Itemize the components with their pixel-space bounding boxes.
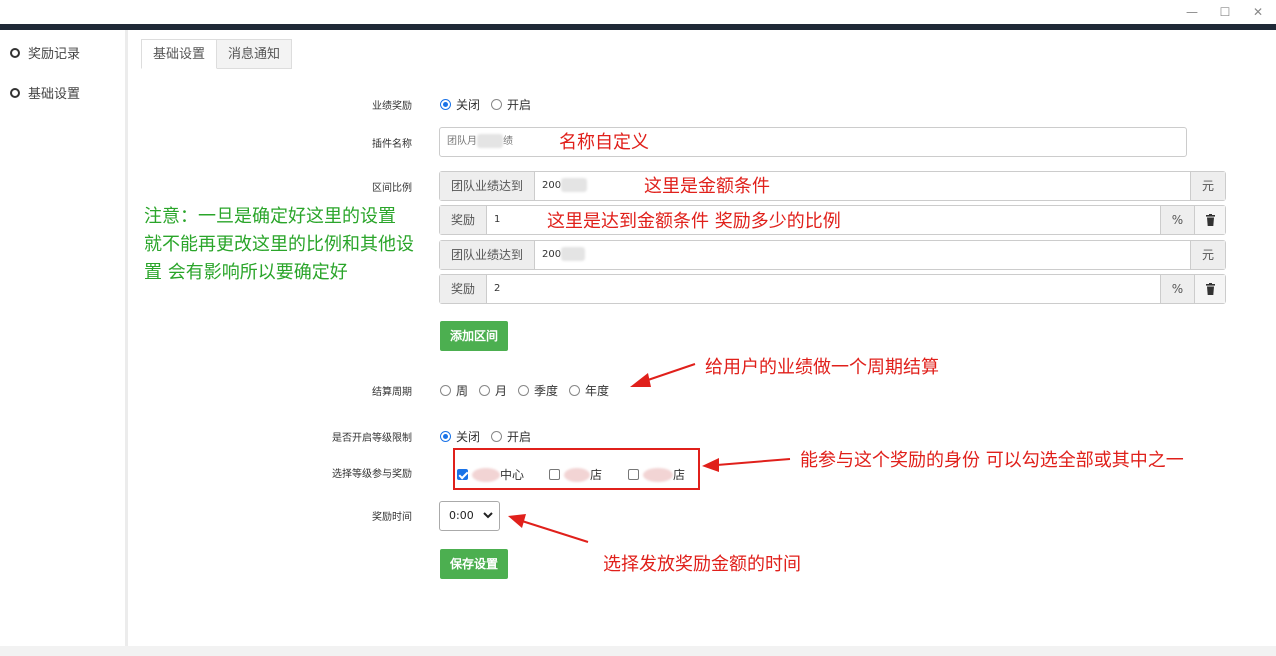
annotation-arrows (508, 363, 791, 543)
